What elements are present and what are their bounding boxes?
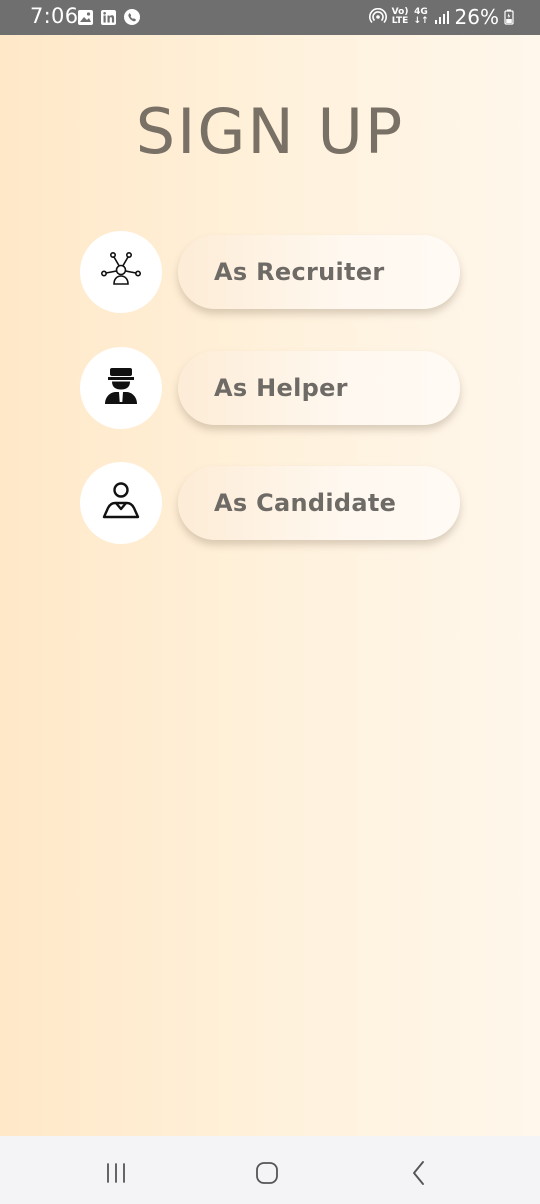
viber-icon bbox=[123, 8, 141, 26]
signup-screen: SIGN UP As Recruiter As Helper As Candid… bbox=[0, 35, 540, 1136]
status-time: 7:06 bbox=[30, 4, 79, 28]
status-bar: 7:06 Vo) LTE 4G ↓↑ 26% bbox=[0, 0, 540, 35]
recruiter-option[interactable]: As Recruiter bbox=[80, 231, 460, 313]
back-icon[interactable] bbox=[399, 1158, 439, 1188]
as-candidate-button[interactable]: As Candidate bbox=[178, 466, 460, 540]
as-helper-button[interactable]: As Helper bbox=[178, 351, 460, 425]
hotspot-icon bbox=[368, 8, 387, 26]
helper-option[interactable]: As Helper bbox=[80, 347, 460, 429]
volte-icon: Vo) LTE bbox=[392, 8, 409, 26]
4g-icon: 4G ↓↑ bbox=[413, 8, 428, 26]
status-notification-icons bbox=[77, 8, 141, 26]
battery-percent: 26% bbox=[454, 5, 499, 29]
linkedin-icon bbox=[100, 8, 117, 26]
page-title: SIGN UP bbox=[135, 95, 405, 168]
helper-icon-circle[interactable] bbox=[80, 347, 162, 429]
as-recruiter-button[interactable]: As Recruiter bbox=[178, 235, 460, 309]
recruiter-network-icon bbox=[97, 246, 145, 299]
status-system-icons: Vo) LTE 4G ↓↑ 26% bbox=[368, 5, 514, 29]
4g-bottom-label: ↓↑ bbox=[413, 16, 429, 26]
candidate-icon-circle[interactable] bbox=[80, 462, 162, 544]
signal-icon bbox=[434, 9, 450, 25]
recruiter-icon-circle[interactable] bbox=[80, 231, 162, 313]
gallery-icon bbox=[77, 8, 94, 26]
battery-icon bbox=[504, 9, 514, 25]
navigation-bar bbox=[0, 1136, 540, 1204]
helper-person-icon bbox=[99, 362, 143, 415]
home-icon[interactable] bbox=[247, 1158, 287, 1188]
recent-apps-icon[interactable] bbox=[96, 1158, 136, 1188]
candidate-option[interactable]: As Candidate bbox=[80, 462, 460, 544]
candidate-person-icon bbox=[99, 478, 143, 529]
volte-bottom-label: LTE bbox=[391, 16, 409, 26]
